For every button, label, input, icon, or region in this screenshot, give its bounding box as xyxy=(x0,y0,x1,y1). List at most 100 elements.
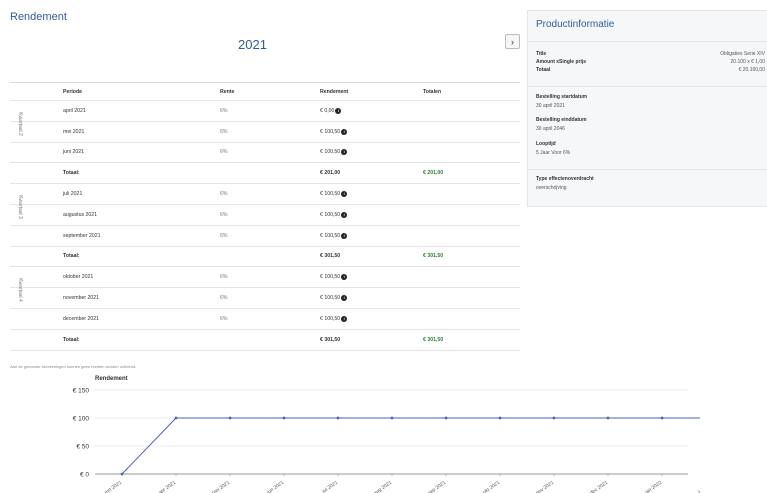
disclaimer: Aan de getoonde berekeningen kunnen geen… xyxy=(10,364,137,369)
total-rendement: € 301,50 xyxy=(320,336,341,343)
end-date-label: Bestelling einddatum xyxy=(536,117,587,123)
total-label: Totaal: xyxy=(63,170,80,177)
column-header-rendement: Rendement xyxy=(320,88,349,95)
y-tick-label: € 100 xyxy=(73,416,90,423)
x-tick-label: mrt 2021 xyxy=(104,480,124,493)
info-icon[interactable]: i xyxy=(341,274,348,281)
data-point xyxy=(552,416,556,420)
title-label: Title xyxy=(536,51,547,57)
total-rendement: € 201,00 xyxy=(320,170,341,177)
yield-cell: € 100,50 i xyxy=(320,149,348,156)
total-label: Totaal: xyxy=(63,336,80,343)
product-info-panel: Productinformatie Title Obligaties Serie… xyxy=(527,10,767,207)
yield-value: € 100,50 xyxy=(320,211,341,218)
total-totalen: € 301,50 xyxy=(423,336,444,343)
x-tick-label: apr 2021 xyxy=(158,480,178,493)
rate-cell: 6% xyxy=(220,128,228,135)
section-title: Rendement xyxy=(10,11,67,23)
data-point xyxy=(498,416,502,420)
table-row: juni 2021 6% € 100,50 i xyxy=(10,143,520,164)
info-icon[interactable]: i xyxy=(341,149,348,156)
x-tick-label: feb 2022 xyxy=(698,480,700,493)
quarter-label: Kwartaal 3 xyxy=(10,186,30,228)
x-tick-label: nov 2021 xyxy=(535,480,555,493)
quarter-label-text: Kwartaal 4 xyxy=(17,278,23,302)
yield-value: € 100,50 xyxy=(320,128,341,135)
info-icon[interactable]: i xyxy=(341,315,348,322)
table-row: november 2021 6% € 100,50 i xyxy=(10,288,520,309)
x-tick-label: sep 2021 xyxy=(427,480,447,493)
total-label: Totaal: xyxy=(63,253,80,260)
info-icon[interactable]: i xyxy=(341,191,348,198)
table-row: oktober 2021 6% € 100,50 i xyxy=(10,267,520,289)
quarter-label: Kwartaal 4 xyxy=(10,269,30,311)
table-row: april 2021 6% € 0,00 i xyxy=(10,101,520,122)
panel-divider xyxy=(528,41,767,42)
rate-cell: 6% xyxy=(220,211,228,218)
x-tick-label: aug 2021 xyxy=(373,480,394,493)
period-cell: september 2021 xyxy=(63,232,101,239)
rate-cell: 6% xyxy=(220,232,228,239)
data-point xyxy=(660,416,664,420)
period-cell: juli 2021 xyxy=(63,191,83,198)
total-row: Totaal: € 301,50 € 301,50 xyxy=(10,247,520,268)
column-header-periode: Periode xyxy=(63,88,83,95)
yield-value: € 100,50 xyxy=(320,274,341,281)
column-header-totalen: Totalen xyxy=(423,88,442,95)
data-point xyxy=(606,416,610,420)
rate-cell: 6% xyxy=(220,191,228,198)
yield-chart: € 0 € 50 € 100 € 150 mrt 2021 apr 2021 mei 202… xyxy=(73,388,700,493)
yield-cell: € 100,50 i xyxy=(320,191,348,198)
data-point xyxy=(228,416,232,420)
yield-value: € 0,00 xyxy=(320,107,335,114)
amount-label: Amount xSingle prijs xyxy=(536,59,587,65)
data-point xyxy=(444,416,448,420)
total-row: Totaal: € 301,50 € 301,50 xyxy=(10,330,520,351)
next-year-button[interactable]: › xyxy=(505,34,520,49)
yield-value: € 100,50 xyxy=(320,232,341,239)
yield-cell: € 100,50 i xyxy=(320,211,348,218)
totaal-value: € 20.100,00 xyxy=(738,67,765,73)
x-tick-label: mei 2021 xyxy=(211,480,231,493)
info-icon[interactable]: i xyxy=(341,211,348,218)
table-row: december 2021 6% € 100,50 i xyxy=(10,309,520,330)
total-totalen: € 301,50 xyxy=(423,253,444,260)
info-icon[interactable]: i xyxy=(341,128,348,135)
x-tick-label: jul 2021 xyxy=(321,480,340,493)
panel-divider xyxy=(528,86,767,87)
table-row: juli 2021 6% € 100,50 i xyxy=(10,184,520,205)
transfer-type-label: Type effectenoverdracht xyxy=(536,176,594,182)
yield-cell: € 100,50 i xyxy=(320,128,348,135)
x-tick-label: dec 2021 xyxy=(589,480,609,493)
info-icon[interactable]: i xyxy=(341,232,348,239)
table-row: mei 2021 6% € 100,50 i xyxy=(10,122,520,143)
rate-cell: 6% xyxy=(220,315,228,322)
column-header-rente: Rente xyxy=(220,88,235,95)
panel-title: Productinformatie xyxy=(536,19,615,30)
y-tick-label: € 50 xyxy=(76,444,89,451)
rate-cell: 6% xyxy=(220,274,228,281)
info-icon[interactable]: i xyxy=(341,295,348,302)
yield-cell: € 0,00 i xyxy=(320,107,342,114)
yield-table: Periode Rente Rendement Totalen april 20… xyxy=(10,82,520,351)
rate-cell: 6% xyxy=(220,295,228,302)
yield-cell: € 100,50 i xyxy=(320,232,348,239)
info-icon[interactable]: i xyxy=(335,107,342,114)
start-date-label: Bestelling startdatum xyxy=(536,94,588,100)
x-tick-label: okt 2021 xyxy=(482,480,501,493)
table-row: augustus 2021 6% € 100,50 i xyxy=(10,205,520,226)
rate-cell: 6% xyxy=(220,149,228,156)
amount-value: 20.100 x € 1,00 xyxy=(730,59,765,65)
yield-value: € 100,50 xyxy=(320,149,341,156)
period-cell: mei 2021 xyxy=(63,128,85,135)
total-rendement: € 301,50 xyxy=(320,253,341,260)
quarter-label: Kwartaal 2 xyxy=(10,103,30,145)
panel-divider xyxy=(528,169,767,170)
period-cell: november 2021 xyxy=(63,295,100,302)
data-point xyxy=(174,416,178,420)
period-cell: juni 2021 xyxy=(63,149,85,156)
transfer-type-value: overschrijving xyxy=(536,185,567,191)
yield-value: € 100,50 xyxy=(320,315,341,322)
total-row: Totaal: € 201,00 € 201,00 xyxy=(10,163,520,185)
x-tick-label: jun 2021 xyxy=(265,480,285,493)
